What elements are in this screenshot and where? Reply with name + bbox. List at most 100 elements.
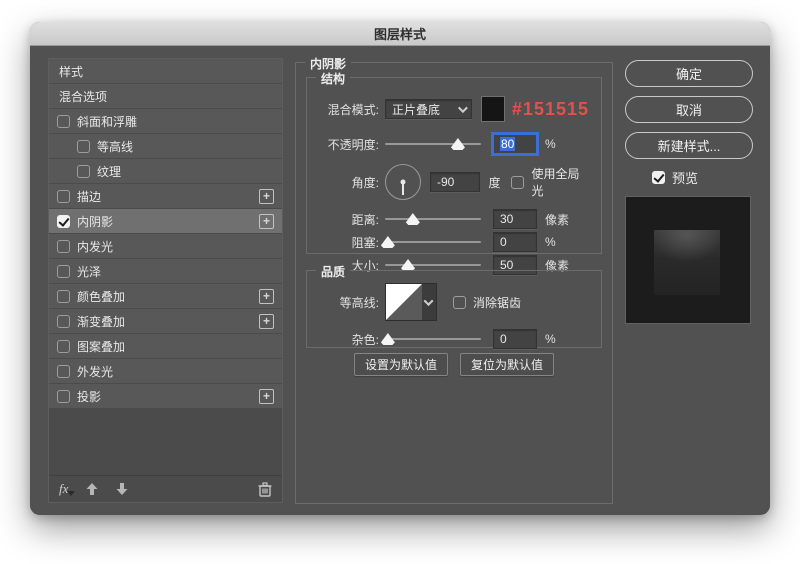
up-arrow-icon: [86, 483, 98, 495]
outer-glow-checkbox[interactable]: [57, 364, 70, 378]
delete-effect-button[interactable]: [258, 481, 272, 497]
fx-menu-button[interactable]: fx: [59, 481, 77, 497]
add-effect-icon[interactable]: +: [259, 288, 274, 304]
choke-unit: %: [545, 235, 556, 249]
shadow-color-swatch[interactable]: [480, 96, 505, 122]
quality-group: 品质 等高线: 消除锯齿 杂色: 0 %: [306, 263, 602, 349]
inner-shadow-checkbox[interactable]: [57, 214, 70, 228]
opacity-input[interactable]: 80: [493, 134, 537, 154]
sidebar-item-drop-shadow[interactable]: 投影 +: [49, 384, 282, 408]
distance-label: 距离:: [351, 212, 379, 227]
choke-label: 阻塞:: [351, 235, 379, 250]
effect-preview-thumbnail: [625, 196, 751, 324]
opacity-row: 不透明度: 80 %: [319, 134, 589, 154]
sidebar-item-label: 颜色叠加: [77, 289, 126, 304]
distance-slider[interactable]: [385, 212, 481, 226]
chevron-down-icon: [457, 102, 468, 113]
contour-dropdown[interactable]: [421, 284, 436, 320]
sidebar-item-contour[interactable]: 等高线: [49, 134, 282, 158]
satin-checkbox[interactable]: [57, 264, 70, 278]
use-global-light-label: 使用全局光: [531, 167, 580, 198]
sidebar-item-label: 等高线: [97, 139, 134, 154]
slider-track: [385, 143, 481, 145]
sidebar-item-inner-shadow[interactable]: 内阴影 +: [49, 209, 282, 233]
sidebar-item-label: 混合选项: [59, 89, 108, 104]
preview-row: 预览: [652, 168, 753, 187]
noise-slider[interactable]: [380, 332, 481, 346]
blend-mode-row: 混合模式: 正片叠底 #151515: [319, 96, 589, 122]
inner-shadow-panel: 内阴影 结构 混合模式: 正片叠底 #151515 不透明度: 80 % 角度:…: [295, 55, 613, 504]
dialog-titlebar[interactable]: 图层样式: [30, 22, 770, 46]
move-down-button[interactable]: [116, 483, 128, 495]
sidebar-item-label: 斜面和浮雕: [77, 114, 138, 129]
sidebar-item-texture[interactable]: 纹理: [49, 159, 282, 183]
opacity-selected-text: 80: [500, 137, 516, 151]
distance-row: 距离: 30 像素: [319, 209, 589, 229]
layer-style-dialog: 图层样式 样式 混合选项 斜面和浮雕 等高线 纹理 描边 + 内阴影 + 内发光 光泽 颜色叠加 + 渐变…: [30, 22, 770, 515]
drop-shadow-checkbox[interactable]: [57, 389, 70, 403]
sidebar-toolbar: fx: [49, 475, 282, 502]
sidebar-item-styles[interactable]: 样式: [49, 59, 282, 83]
ok-button[interactable]: 确定: [625, 60, 753, 87]
angle-input[interactable]: -90: [430, 172, 481, 192]
slider-track: [385, 338, 481, 340]
sidebar-item-stroke[interactable]: 描边 +: [49, 184, 282, 208]
preview-checkbox[interactable]: [652, 171, 665, 184]
slider-track: [385, 218, 481, 220]
add-effect-icon[interactable]: +: [259, 388, 274, 404]
bevel-emboss-checkbox[interactable]: [57, 114, 70, 128]
slider-track: [385, 241, 481, 243]
distance-input[interactable]: 30: [493, 209, 537, 229]
sidebar-item-label: 光泽: [77, 264, 102, 279]
angle-row: 角度: -90 度 使用全局光: [319, 164, 589, 200]
structure-legend: 结构: [316, 70, 351, 87]
sidebar-item-pattern-overlay[interactable]: 图案叠加: [49, 334, 282, 358]
contour-picker[interactable]: [385, 283, 437, 321]
action-column: 确定 取消 新建样式... 预览: [625, 60, 753, 324]
sidebar-item-gradient-overlay[interactable]: 渐变叠加 +: [49, 309, 282, 333]
noise-input[interactable]: 0: [493, 329, 537, 349]
add-effect-icon[interactable]: +: [259, 188, 274, 204]
dialog-title: 图层样式: [373, 27, 426, 42]
add-effect-icon[interactable]: +: [259, 213, 274, 229]
slider-track: [385, 264, 481, 266]
sidebar-item-bevel-emboss[interactable]: 斜面和浮雕: [49, 109, 282, 133]
add-effect-icon[interactable]: +: [259, 313, 274, 329]
stroke-checkbox[interactable]: [57, 189, 70, 203]
opacity-slider[interactable]: [385, 137, 481, 151]
sidebar-item-inner-glow[interactable]: 内发光: [49, 234, 282, 258]
sidebar-item-satin[interactable]: 光泽: [49, 259, 282, 283]
sidebar-item-color-overlay[interactable]: 颜色叠加 +: [49, 284, 282, 308]
opacity-label: 不透明度:: [327, 137, 379, 152]
pattern-overlay-checkbox[interactable]: [57, 339, 70, 353]
sidebar-item-label: 投影: [77, 389, 102, 404]
blend-mode-select[interactable]: 正片叠底: [385, 99, 472, 119]
sidebar-item-outer-glow[interactable]: 外发光: [49, 359, 282, 383]
make-default-button[interactable]: 设置为默认值: [353, 353, 448, 376]
cancel-button[interactable]: 取消: [625, 96, 753, 123]
new-style-button[interactable]: 新建样式...: [625, 132, 753, 159]
choke-slider[interactable]: [380, 235, 481, 249]
use-global-light-checkbox[interactable]: [511, 175, 525, 189]
choke-row: 阻塞: 0 %: [319, 232, 589, 252]
antialias-label: 消除锯齿: [473, 295, 522, 310]
contour-checkbox[interactable]: [77, 139, 90, 153]
color-overlay-checkbox[interactable]: [57, 289, 70, 303]
texture-checkbox[interactable]: [77, 164, 90, 178]
antialias-checkbox[interactable]: [453, 295, 466, 309]
blend-mode-label: 混合模式:: [327, 102, 379, 117]
preview-inner-shadow-square: [654, 230, 720, 295]
chevron-down-icon: [423, 295, 434, 306]
reset-default-button[interactable]: 复位为默认值: [460, 353, 555, 376]
styles-sidebar: 样式 混合选项 斜面和浮雕 等高线 纹理 描边 + 内阴影 + 内发光 光泽 颜色叠加 + 渐变叠加 + 图案…: [48, 58, 283, 503]
gradient-overlay-checkbox[interactable]: [57, 314, 70, 328]
distance-value: 30: [500, 212, 514, 226]
sidebar-item-blending-options[interactable]: 混合选项: [49, 84, 282, 108]
move-up-button[interactable]: [86, 483, 98, 495]
sidebar-item-label: 内阴影: [77, 214, 114, 229]
angle-dial[interactable]: [385, 164, 421, 200]
down-arrow-icon: [116, 483, 128, 495]
dialog-body: 样式 混合选项 斜面和浮雕 等高线 纹理 描边 + 内阴影 + 内发光 光泽 颜色叠加 + 渐变叠加 + 图案…: [30, 46, 770, 514]
inner-glow-checkbox[interactable]: [57, 239, 70, 253]
choke-input[interactable]: 0: [493, 232, 537, 252]
